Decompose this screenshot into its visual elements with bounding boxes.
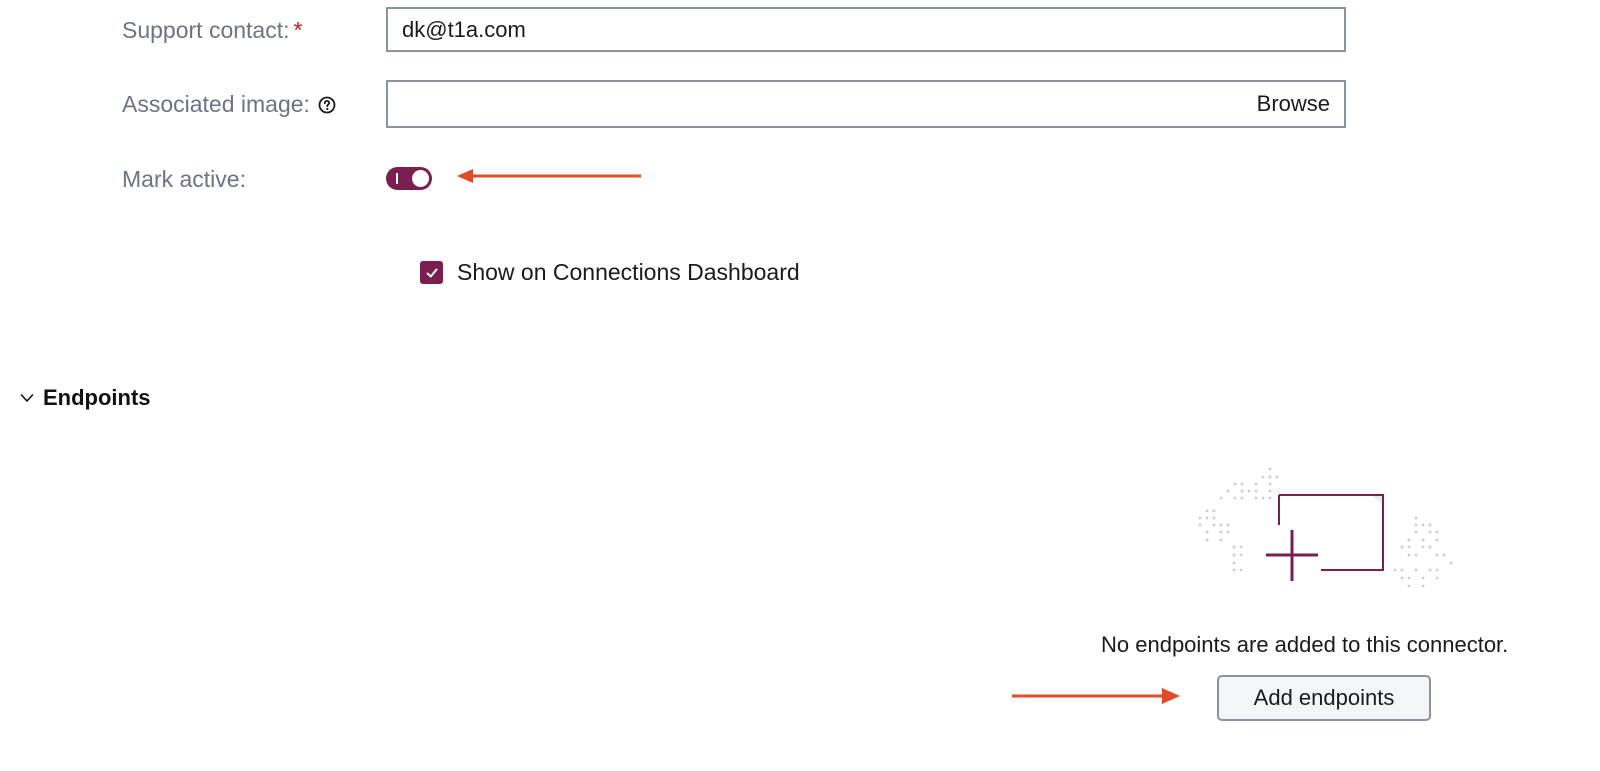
endpoints-section-title: Endpoints: [43, 385, 151, 410]
toggle-on-indicator: [396, 173, 398, 184]
show-on-dashboard-row: Show on Connections Dashboard: [420, 259, 800, 286]
annotation-arrow-left: [457, 169, 641, 183]
show-on-dashboard-checkbox[interactable]: [420, 261, 443, 284]
mark-active-label: Mark active:: [122, 166, 246, 193]
question-circle-icon[interactable]: [318, 96, 336, 114]
support-contact-label: Support contact: *: [122, 17, 302, 44]
add-window-icon: [1198, 467, 1453, 588]
associated-image-label: Associated image:: [122, 91, 336, 118]
support-contact-label-text: Support contact:: [122, 17, 290, 43]
mark-active-label-text: Mark active:: [122, 166, 246, 192]
endpoints-section-toggle[interactable]: Endpoints: [20, 385, 151, 411]
support-contact-value: dk@t1a.com: [402, 16, 526, 42]
mark-active-toggle[interactable]: [386, 167, 432, 190]
annotation-arrow-right: [1012, 688, 1180, 704]
no-endpoints-message: No endpoints are added to this connector…: [1101, 632, 1509, 657]
associated-image-label-text: Associated image:: [122, 91, 310, 117]
browse-button[interactable]: Browse: [1257, 91, 1344, 117]
checkmark-icon: [426, 268, 437, 277]
add-endpoints-button[interactable]: Add endpoints: [1217, 675, 1431, 721]
support-contact-input[interactable]: dk@t1a.com: [386, 7, 1346, 52]
required-asterisk: *: [293, 17, 303, 43]
connector-settings-page: Support contact: * dk@t1a.com Associated…: [0, 0, 1600, 771]
show-on-dashboard-label[interactable]: Show on Connections Dashboard: [457, 259, 800, 286]
associated-image-file-input[interactable]: Browse: [386, 80, 1346, 128]
chevron-down-icon: [20, 393, 34, 403]
toggle-knob: [412, 170, 429, 187]
